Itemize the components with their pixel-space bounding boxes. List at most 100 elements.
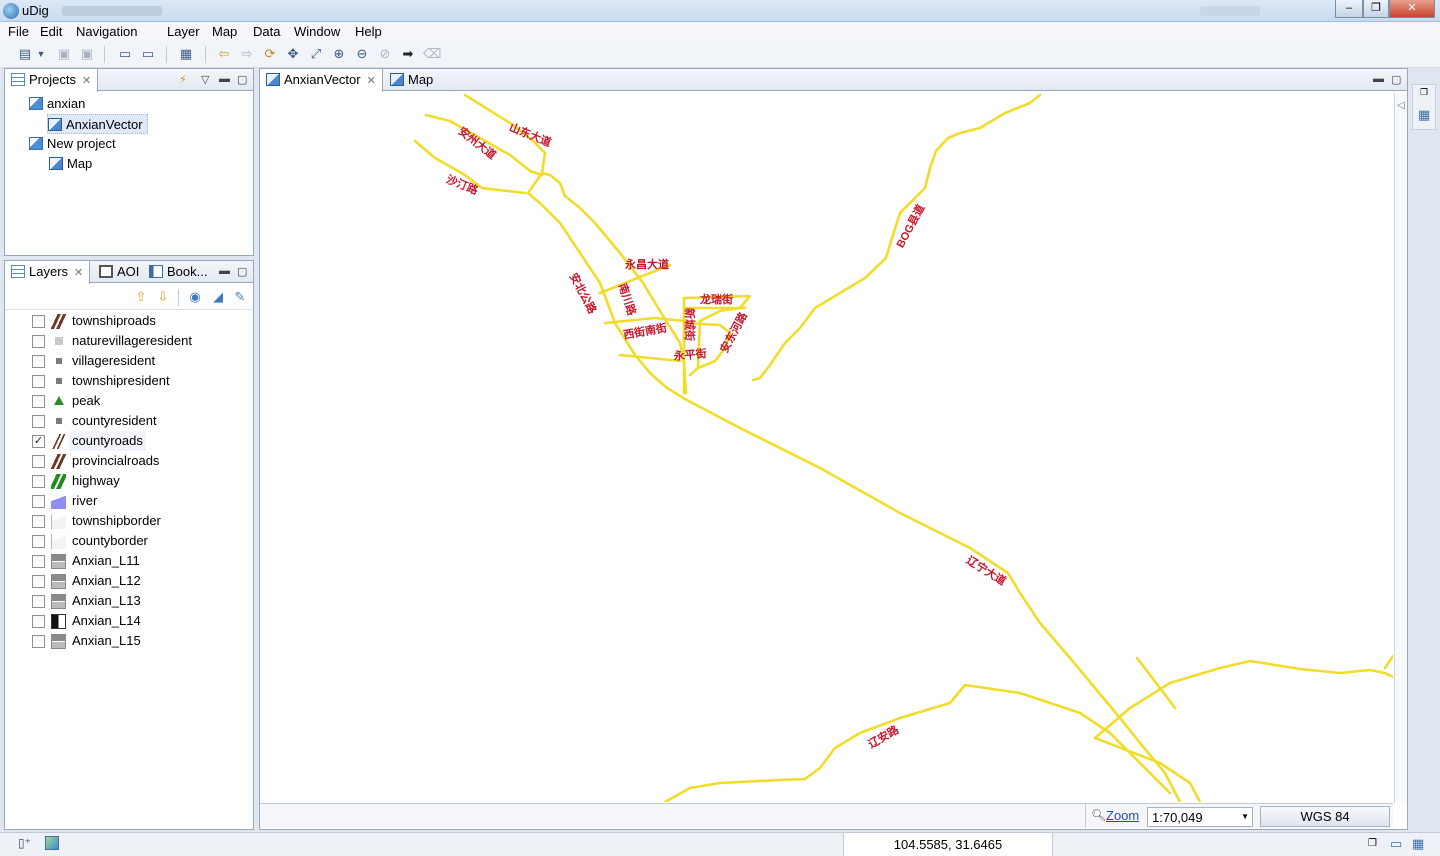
minimize-button[interactable]: – — [1335, 0, 1363, 18]
geometry-icon[interactable]: ◢ — [210, 289, 226, 305]
link-icon[interactable]: ⚡ — [179, 73, 187, 86]
menu-file[interactable]: File — [8, 24, 29, 39]
view-menu-icon[interactable]: ▽ — [201, 73, 209, 86]
menu-layer[interactable]: Layer — [167, 24, 200, 39]
edit-icon[interactable]: ✎ — [232, 289, 248, 305]
menu-help[interactable]: Help — [355, 24, 382, 39]
layer-name: provincialroads — [72, 453, 160, 468]
projects-view: Projects ✕ ⚡ ▽ ▬ ▢ anxian AnxianVector Ne… — [4, 68, 254, 256]
layer-visibility-checkbox[interactable] — [32, 475, 45, 488]
close-button[interactable]: ✕ — [1389, 0, 1435, 18]
table-icon[interactable]: ▦ — [1412, 836, 1424, 852]
layer-visibility-checkbox[interactable] — [32, 355, 45, 368]
restore-icon[interactable]: ❐ — [1368, 838, 1377, 849]
zoom-magnifier-icon: 🔍︎ — [1091, 808, 1107, 822]
save-all-icon[interactable]: ▣ — [79, 46, 95, 62]
layer-visibility-checkbox[interactable] — [32, 615, 45, 628]
new-icon[interactable]: ▤ — [17, 46, 33, 62]
refresh-icon[interactable]: ⟳ — [262, 46, 278, 62]
tree-map-anxianvector[interactable]: AnxianVector — [47, 114, 148, 134]
zoom-in-icon[interactable]: ⊕ — [331, 46, 347, 62]
map-icon — [266, 73, 280, 86]
layer-visibility-checkbox[interactable] — [32, 335, 45, 348]
fast-view-icon[interactable]: ▯⁺ — [18, 836, 31, 850]
layer-visibility-checkbox[interactable] — [32, 395, 45, 408]
zoom-selection-icon[interactable]: ⊘ — [377, 46, 393, 62]
layers-toolbar: ⇧ ⇩ ◉ ◢ ✎ — [5, 284, 253, 310]
pan-icon[interactable]: ✥ — [285, 46, 301, 62]
chevron-down-icon[interactable]: ▼ — [1241, 812, 1249, 821]
forward-icon[interactable]: ⇨ — [239, 46, 255, 62]
layer-visibility-checkbox[interactable] — [32, 535, 45, 548]
layer-visibility-checkbox[interactable] — [32, 515, 45, 528]
map-side-strip: ◁ — [1394, 93, 1407, 803]
layer-name: Anxian_L12 — [72, 573, 141, 588]
book-tab-label: Book... — [167, 264, 208, 279]
clear-icon[interactable]: ⌫ — [423, 46, 441, 62]
road-label: 龙瑞街 — [700, 294, 733, 306]
scale-combo[interactable]: 1:70,049 ▼ — [1147, 807, 1253, 827]
minimize-editor-icon[interactable]: ▬ — [1373, 73, 1384, 85]
layer-visibility-checkbox[interactable] — [32, 455, 45, 468]
map-canvas[interactable]: 山东大道 安州大道 沙汀路 永昌大道 安北公路 南川路 龙瑞街 西街南街 新城街 安东河路 永平街 B… — [260, 93, 1393, 802]
tree-map-map[interactable]: Map — [49, 154, 92, 174]
move-up-icon[interactable]: ⇧ — [133, 289, 149, 305]
menu-edit[interactable]: Edit — [40, 24, 62, 39]
close-tab-icon[interactable]: ✕ — [74, 267, 83, 279]
close-tab-icon[interactable]: ✕ — [367, 75, 376, 87]
layer-visibility-checkbox[interactable] — [32, 495, 45, 508]
udig-app-icon — [3, 3, 19, 19]
zoom-link[interactable]: Zoom — [1106, 808, 1139, 823]
tree-project-anxian[interactable]: anxian — [29, 94, 85, 114]
layer-visibility-checkbox[interactable] — [32, 635, 45, 648]
maximize-view-icon[interactable]: ▢ — [237, 265, 247, 278]
layer-visibility-checkbox[interactable] — [32, 555, 45, 568]
menu-navigation[interactable]: Navigation — [76, 24, 137, 39]
back-icon[interactable]: ⇦ — [216, 46, 232, 62]
crs-button[interactable]: WGS 84 — [1260, 806, 1390, 827]
catalog-icon[interactable]: ▦ — [1418, 107, 1430, 123]
layer-name: peak — [72, 393, 101, 408]
minimize-view-icon[interactable]: ▬ — [219, 73, 230, 85]
properties-icon[interactable]: ▦ — [178, 46, 194, 62]
new-page-icon[interactable]: ▭ — [140, 46, 156, 62]
zoom-extent-icon[interactable]: ⤢ — [308, 46, 324, 62]
layer-visibility-checkbox[interactable] — [32, 575, 45, 588]
tab-layers[interactable]: Layers ✕ — [4, 261, 91, 284]
tab-aoi[interactable]: AOI — [93, 261, 145, 283]
minimize-view-icon[interactable]: ▬ — [219, 265, 230, 277]
layer-visibility-checkbox[interactable] — [32, 315, 45, 328]
zoom-out-icon[interactable]: ⊖ — [354, 46, 370, 62]
menu-map[interactable]: Map — [212, 24, 237, 39]
coordinate-readout: 104.5585, 31.6465 — [843, 833, 1053, 856]
layer-visibility-checkbox[interactable] — [32, 375, 45, 388]
next-icon[interactable]: ➡ — [400, 46, 416, 62]
menu-data[interactable]: Data — [253, 24, 280, 39]
layer-name: townshipborder — [72, 513, 161, 528]
close-tab-icon[interactable]: ✕ — [82, 75, 91, 87]
layer-visibility-checkbox[interactable] — [32, 415, 45, 428]
dot-gray-icon — [56, 358, 62, 364]
zoom-control[interactable]: 🔍︎ Zoom — [1085, 804, 1143, 828]
tab-map[interactable]: Map — [384, 69, 439, 91]
maximize-button[interactable]: ❐ — [1363, 0, 1389, 18]
maximize-editor-icon[interactable]: ▢ — [1391, 73, 1401, 86]
tab-bookmarks[interactable]: Book... — [143, 261, 213, 283]
layer-visibility-checkbox[interactable]: ✓ — [32, 435, 45, 448]
collapse-icon[interactable]: ◁ — [1397, 100, 1405, 111]
maximize-view-icon[interactable]: ▢ — [237, 73, 247, 86]
layer-visibility-checkbox[interactable] — [32, 595, 45, 608]
tab-projects[interactable]: Projects ✕ — [4, 69, 99, 92]
style-icon[interactable]: ◉ — [187, 289, 203, 305]
restore-icon[interactable]: ❐ — [1420, 87, 1428, 98]
menu-window[interactable]: Window — [294, 24, 340, 39]
tab-anxianvector[interactable]: AnxianVector ✕ — [259, 69, 383, 92]
tree-project-new[interactable]: New project — [29, 134, 116, 154]
new-map-icon[interactable]: ▭ — [117, 46, 133, 62]
save-icon[interactable]: ▣ — [56, 46, 72, 62]
layer-name: townshiproads — [72, 313, 156, 328]
map-status-icon[interactable] — [45, 836, 59, 850]
move-down-icon[interactable]: ⇩ — [155, 289, 171, 305]
maximize-icon[interactable]: ▭ — [1390, 836, 1402, 852]
new-dropdown-icon[interactable]: ▼ — [36, 46, 46, 62]
